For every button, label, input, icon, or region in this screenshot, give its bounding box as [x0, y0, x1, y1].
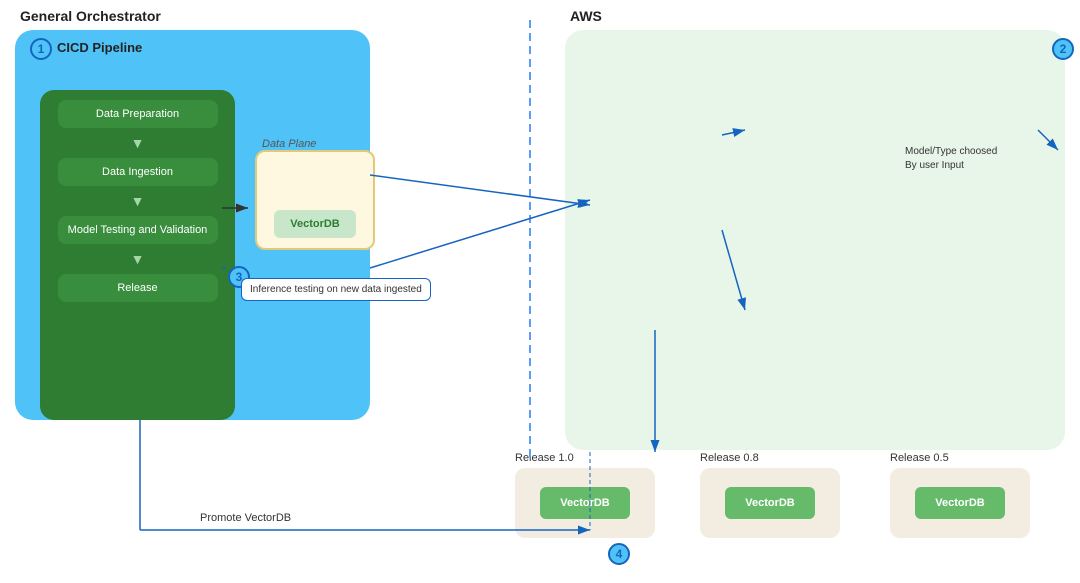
arrow-1: ▼: [131, 136, 145, 150]
data-plane-label: Data Plane: [262, 138, 316, 150]
step-data-preparation: Data Preparation: [58, 100, 218, 128]
inference-tooltip: Inference testing on new data ingested: [241, 278, 431, 301]
cicd-pipeline-box: Data Preparation ▼ Data Ingestion ▼ Mode…: [40, 90, 235, 420]
vectordb-btn-1: VectorDB: [540, 487, 630, 519]
diagram-container: General Orchestrator AWS 1 CICD Pipeline…: [0, 0, 1080, 583]
general-orchestrator-box: 1 CICD Pipeline Data Preparation ▼ Data …: [15, 30, 370, 420]
release-2-group: Release 0.8 VectorDB: [700, 452, 840, 538]
badge-2-aws: 2: [1052, 38, 1074, 60]
release-1-group: Release 1.0 VectorDB: [515, 452, 655, 538]
step-data-ingestion: Data Ingestion: [58, 158, 218, 186]
data-plane-box: VectorDB: [255, 150, 375, 250]
vectordb-inner-left: VectorDB: [274, 210, 356, 238]
release-1-title: Release 1.0: [515, 452, 655, 464]
aws-title: AWS: [570, 8, 602, 24]
cicd-pipeline-label: CICD Pipeline: [57, 40, 142, 55]
step-release: Release: [58, 274, 218, 302]
release-2-box: VectorDB: [700, 468, 840, 538]
vectordb-btn-2: VectorDB: [725, 487, 815, 519]
promote-vectordb-label: Promote VectorDB: [200, 512, 291, 524]
release-1-box: VectorDB: [515, 468, 655, 538]
step-model-testing: Model Testing and Validation: [58, 216, 218, 244]
model-type-note: Model/Type choosed By user Input: [905, 145, 1015, 173]
vectordb-btn-3: VectorDB: [915, 487, 1005, 519]
release-3-title: Release 0.5: [890, 452, 1030, 464]
aws-section: 2 LLM-OPS Orchestrator AWS Bedrock: [565, 30, 1065, 450]
badge-1: 1: [30, 38, 52, 60]
general-orchestrator-title: General Orchestrator: [20, 8, 161, 24]
arrow-2: ▼: [131, 194, 145, 208]
release-3-box: VectorDB: [890, 468, 1030, 538]
badge-4: 4: [608, 543, 630, 565]
arrow-3: ▼: [131, 252, 145, 266]
release-3-group: Release 0.5 VectorDB: [890, 452, 1030, 538]
release-2-title: Release 0.8: [700, 452, 840, 464]
